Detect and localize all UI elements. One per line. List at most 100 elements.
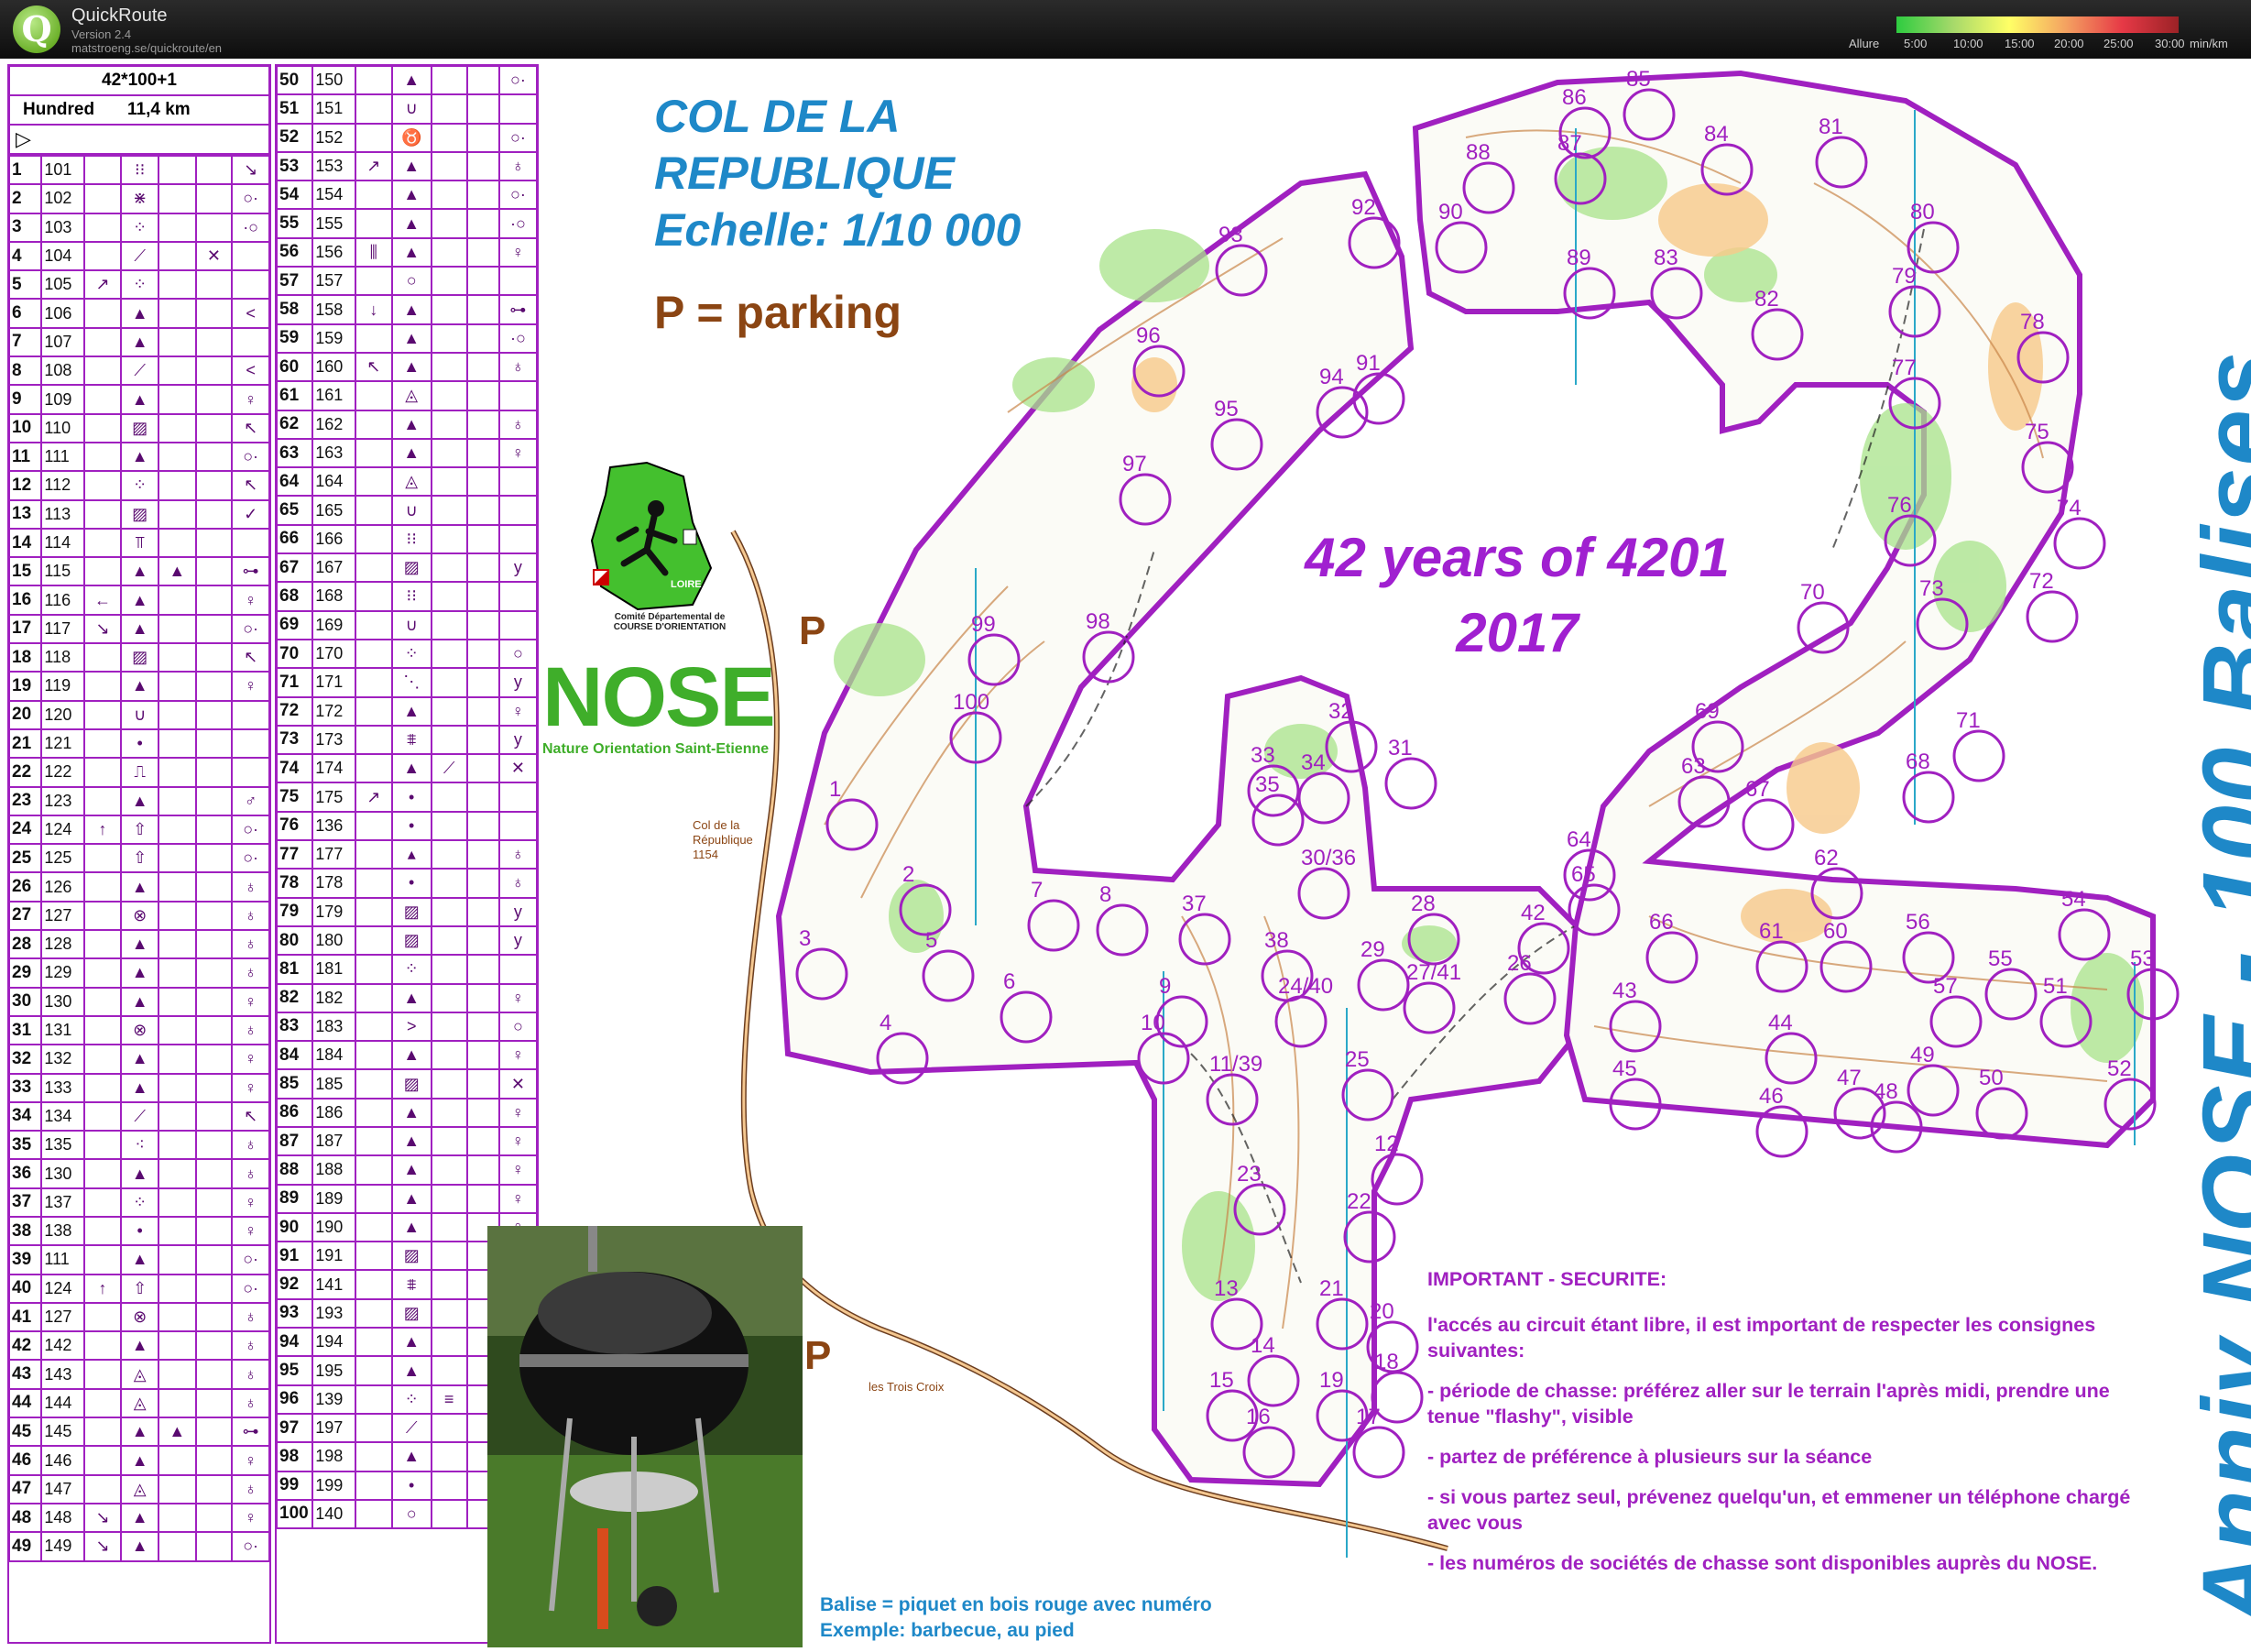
control-circle[interactable] — [1435, 221, 1488, 274]
control-circle[interactable] — [2016, 331, 2070, 384]
control-circle[interactable] — [1563, 848, 1616, 902]
control-circle[interactable] — [2058, 908, 2111, 961]
control-circle[interactable] — [1341, 1068, 1394, 1121]
control-circle[interactable] — [949, 711, 1002, 764]
control-circle[interactable] — [1316, 386, 1369, 439]
control-circle[interactable] — [1384, 757, 1437, 810]
control-circle[interactable] — [1325, 720, 1378, 773]
control-circle[interactable] — [1700, 143, 1754, 196]
control-symbol — [354, 1241, 393, 1272]
control-circle[interactable] — [1206, 1389, 1259, 1442]
control-circle[interactable] — [1819, 940, 1873, 993]
control-circle[interactable] — [1357, 958, 1410, 1012]
control-circle[interactable] — [1623, 88, 1676, 141]
control-circle[interactable] — [1568, 883, 1621, 936]
control-code: 199 — [311, 1470, 356, 1501]
control-circle[interactable] — [1247, 764, 1300, 817]
control-circle[interactable] — [1352, 1426, 1405, 1479]
control-circle[interactable] — [1155, 995, 1208, 1048]
control-circle[interactable] — [1407, 913, 1460, 966]
control-circle[interactable] — [1082, 630, 1135, 684]
control-circle[interactable] — [1462, 161, 1515, 214]
control-circle[interactable] — [1755, 1105, 1808, 1158]
control-circle[interactable] — [1902, 931, 1955, 984]
control-circle[interactable] — [1952, 729, 2005, 782]
control-circle[interactable] — [1215, 244, 1268, 297]
control-circle[interactable] — [1677, 775, 1731, 828]
control-circle[interactable] — [1371, 1371, 1424, 1424]
control-circle[interactable] — [1833, 1087, 1886, 1140]
control-circle[interactable] — [1316, 1389, 1369, 1442]
control-circle[interactable] — [1343, 1210, 1396, 1264]
app-url[interactable]: matstroeng.se/quickroute/en — [71, 41, 222, 55]
control-circle[interactable] — [922, 949, 975, 1002]
control-circle[interactable] — [967, 633, 1021, 686]
control-circle[interactable] — [2126, 968, 2180, 1021]
control-circle[interactable] — [1691, 720, 1744, 773]
control-circle[interactable] — [1137, 1032, 1190, 1085]
control-circle[interactable] — [1751, 308, 1804, 361]
control-circle[interactable] — [1000, 990, 1053, 1044]
control-circle[interactable] — [1755, 940, 1808, 993]
control-circle[interactable] — [1251, 793, 1305, 847]
control-circle[interactable] — [2103, 1078, 2157, 1131]
control-circle[interactable] — [1503, 972, 1557, 1025]
control-circle[interactable] — [1558, 106, 1612, 159]
control-circle[interactable] — [1119, 473, 1172, 526]
control-circle[interactable] — [2039, 995, 2093, 1048]
control-circle[interactable] — [1247, 1354, 1300, 1407]
control-circle[interactable] — [1984, 968, 2038, 1021]
control-circle[interactable] — [1233, 1183, 1286, 1236]
control-circle[interactable] — [1261, 949, 1314, 1002]
control-circle[interactable] — [1742, 798, 1795, 851]
control-circle[interactable] — [1609, 1078, 1662, 1131]
control-circle[interactable] — [1096, 903, 1149, 957]
control-circle[interactable] — [899, 883, 952, 936]
control-circle[interactable] — [876, 1032, 929, 1085]
control-circle[interactable] — [1609, 1000, 1662, 1053]
control-circle[interactable] — [1297, 771, 1350, 825]
control-circle[interactable] — [1206, 1073, 1259, 1126]
control-circle[interactable] — [1517, 922, 1570, 975]
control-circle[interactable] — [1907, 221, 1960, 274]
control-circle[interactable] — [1027, 899, 1080, 952]
control-circle[interactable] — [1210, 1297, 1263, 1351]
control-circle[interactable] — [1797, 601, 1850, 654]
control-circle[interactable] — [1554, 152, 1607, 205]
control-circle[interactable] — [1902, 771, 1955, 824]
control-circle[interactable] — [1975, 1087, 2028, 1140]
control-circle[interactable] — [795, 947, 848, 1001]
control-circle[interactable] — [1403, 981, 1456, 1034]
control-circle[interactable] — [825, 798, 879, 851]
control-circle[interactable] — [1348, 216, 1401, 269]
control-circle[interactable] — [1274, 995, 1328, 1048]
control-circle[interactable] — [1810, 867, 1863, 920]
control-circle[interactable] — [1210, 418, 1263, 471]
control-circle[interactable] — [1366, 1320, 1419, 1373]
control-circle[interactable] — [1352, 372, 1405, 425]
control-circle[interactable] — [1870, 1100, 1923, 1154]
legend-tick: 20:00 — [2054, 37, 2084, 50]
control-circle[interactable] — [1242, 1426, 1295, 1479]
control-circle[interactable] — [1888, 377, 1941, 430]
control-circle[interactable] — [1297, 867, 1350, 920]
control-circle[interactable] — [1371, 1153, 1424, 1206]
control-circle[interactable] — [2021, 441, 2074, 494]
control-circle[interactable] — [2026, 590, 2079, 643]
control-circle[interactable] — [1765, 1032, 1818, 1085]
control-circle[interactable] — [1563, 267, 1616, 320]
control-circle[interactable] — [2053, 517, 2106, 570]
control-symbol: ♀ — [497, 1097, 539, 1128]
control-circle[interactable] — [1178, 913, 1231, 966]
control-circle[interactable] — [1907, 1064, 1960, 1117]
control-circle[interactable] — [1316, 1297, 1369, 1351]
control-circle[interactable] — [1815, 136, 1868, 189]
control-circle[interactable] — [1916, 597, 1969, 651]
control-circle[interactable] — [1650, 267, 1703, 320]
control-circle[interactable] — [1884, 514, 1937, 567]
control-circle[interactable] — [1645, 931, 1699, 984]
control-circle[interactable] — [1888, 285, 1941, 338]
control-circle[interactable] — [1929, 995, 1983, 1048]
control-circle[interactable] — [1132, 345, 1186, 398]
control-code: 114 — [40, 527, 85, 559]
